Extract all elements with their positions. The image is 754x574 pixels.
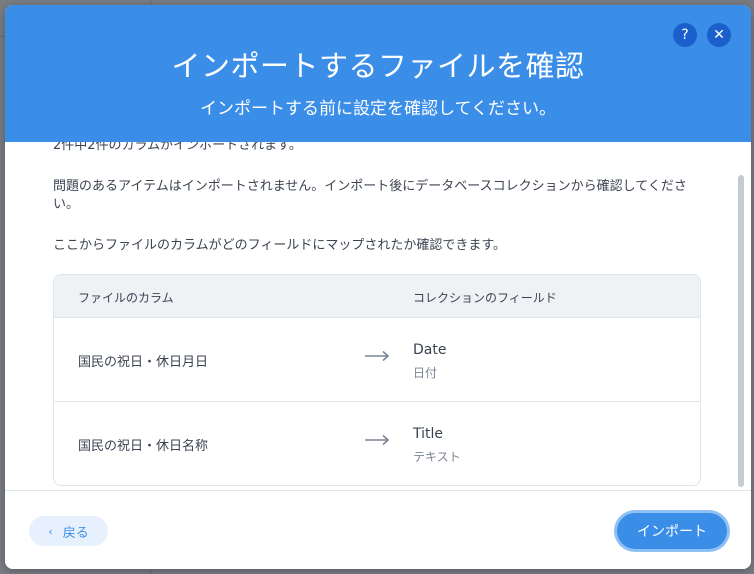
column-mapping-table: ファイルのカラム コレクションのフィールド 国民の祝日・休日月日 Date 日付… (53, 274, 701, 486)
arrow-right-icon (365, 350, 390, 362)
import-button-label: インポート (637, 524, 707, 540)
import-review-dialog: 2件中2件のカラムがインポートされます。 問題のあるアイテムはインポートされませ… (5, 5, 751, 569)
target-field-name: Title (413, 426, 444, 442)
question-mark-icon: ? (681, 27, 689, 43)
dialog-header: インポートするファイルを確認 インポートする前に設定を確認してください。 ? ✕ (5, 5, 751, 142)
body-scrollbar[interactable] (738, 175, 744, 487)
source-column-name: 国民の祝日・休日月日 (78, 355, 209, 370)
file-column-header: ファイルのカラム (78, 291, 174, 305)
import-summary-text: 2件中2件のカラムがインポートされます。 (53, 142, 302, 153)
dialog-body: 2件中2件のカラムがインポートされます。 問題のあるアイテムはインポートされませ… (5, 142, 751, 490)
dialog-title: インポートするファイルを確認 (171, 49, 585, 83)
chevron-left-icon: ‹ (48, 524, 53, 538)
table-row: 国民の祝日・休日名称 Title テキスト (54, 402, 700, 485)
target-field-name: Date (413, 342, 447, 358)
close-icon: ✕ (713, 27, 725, 43)
close-button[interactable]: ✕ (707, 23, 731, 47)
mapping-intro-text: ここからファイルのカラムがどのフィールドにマップされたか確認できます。 (53, 238, 507, 253)
target-field-type: 日付 (413, 366, 438, 380)
target-field-type: テキスト (413, 450, 461, 464)
import-button[interactable]: インポート (617, 513, 727, 549)
dialog-subtitle: インポートする前に設定を確認してください。 (200, 99, 556, 119)
table-row: 国民の祝日・休日月日 Date 日付 (54, 318, 700, 402)
collection-field-header: コレクションのフィールド (413, 291, 557, 305)
dialog-footer: ‹ 戻る インポート (5, 490, 751, 569)
warning-text: 問題のあるアイテムはインポートされません。インポート後にデータベースコレクション… (53, 179, 687, 212)
table-header: ファイルのカラム コレクションのフィールド (54, 275, 700, 318)
back-button[interactable]: ‹ 戻る (29, 516, 108, 546)
source-column-name: 国民の祝日・休日名称 (78, 439, 209, 454)
back-button-label: 戻る (62, 525, 89, 541)
help-button[interactable]: ? (673, 23, 697, 47)
arrow-right-icon (365, 434, 390, 446)
